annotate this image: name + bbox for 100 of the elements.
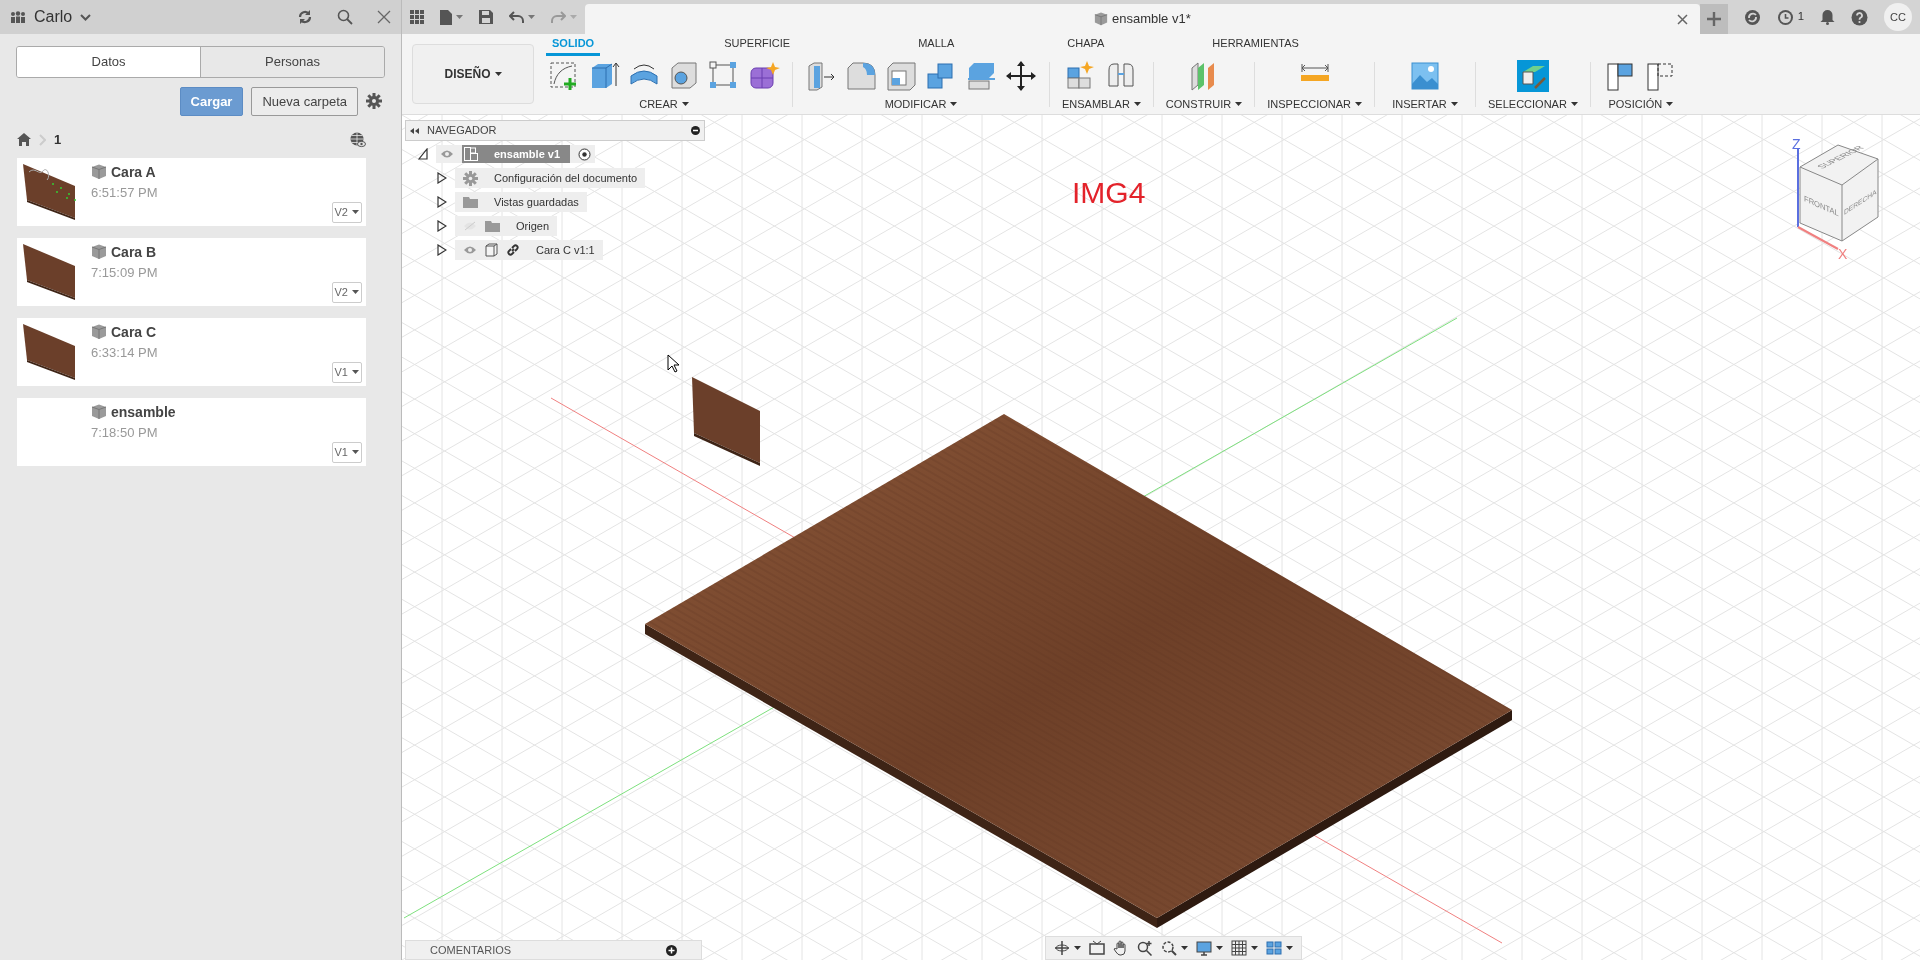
caret-icon (1133, 102, 1141, 107)
caret-icon[interactable] (1286, 946, 1293, 950)
tree-item[interactable]: Cara C v1:1 (455, 239, 603, 261)
save-icon[interactable] (479, 10, 493, 24)
undo-icon[interactable] (509, 11, 524, 23)
file-time: 6:33:14 PM (91, 343, 159, 362)
new-tab-button[interactable] (1699, 4, 1728, 34)
navigator-title: NAVEGADOR (427, 123, 498, 139)
tool-group-menu[interactable]: INSPECCIONAR (1267, 96, 1362, 113)
tree-item[interactable]: Configuración del documento (455, 167, 646, 189)
version-dropdown[interactable]: V1 (331, 442, 362, 463)
shell-icon[interactable] (885, 60, 917, 92)
folder-icon (463, 196, 478, 208)
chevron-down-icon[interactable] (80, 13, 92, 21)
globe-icon[interactable] (350, 131, 366, 148)
file-name: ensamble (111, 402, 176, 422)
expander-icon[interactable] (437, 220, 447, 232)
version-dropdown[interactable]: V2 (331, 202, 362, 223)
file-card[interactable]: Cara C 6:33:14 PM V1 (17, 317, 366, 386)
version-dropdown[interactable]: V1 (331, 362, 362, 383)
file-card[interactable]: Cara B 7:15:09 PM V2 (17, 237, 366, 306)
plus-icon (1706, 12, 1721, 26)
viewports-icon[interactable] (1266, 940, 1282, 956)
caret-icon (352, 449, 359, 455)
tool-group-menu[interactable]: INSERTAR (1392, 96, 1458, 113)
team-name[interactable]: Carlo (34, 5, 73, 29)
expander-icon[interactable] (418, 148, 428, 160)
search-icon[interactable] (337, 9, 353, 25)
link-icon (506, 243, 520, 257)
move-icon[interactable] (1005, 60, 1037, 92)
file-name: Cara C (111, 322, 157, 342)
close-icon[interactable] (377, 10, 391, 24)
caret-icon[interactable] (1251, 946, 1258, 950)
bell-icon[interactable] (1820, 9, 1835, 25)
ribbon-tab[interactable]: MALLA (912, 34, 961, 56)
gear-icon (463, 170, 478, 186)
workspace-dropdown[interactable]: DISEÑO (412, 44, 534, 104)
tool-group-menu[interactable]: CREAR (639, 96, 689, 113)
pan-icon[interactable] (1113, 940, 1129, 956)
breadcrumb-item[interactable]: 1 (54, 130, 62, 150)
expander-icon[interactable] (437, 244, 447, 256)
add-comment-icon[interactable] (666, 944, 677, 956)
document-tab[interactable]: ensamble v1* (585, 4, 1700, 34)
comments-title: COMENTARIOS (430, 942, 513, 958)
expander-icon[interactable] (437, 172, 447, 184)
form-icon[interactable] (748, 60, 780, 92)
ribbon-tab[interactable]: HERRAMIENTAS (1206, 34, 1305, 56)
z-axis: Z (1792, 136, 1801, 228)
tree-item-label: Origen (516, 218, 550, 234)
settings-icon[interactable] (366, 93, 382, 110)
image-icon[interactable] (1409, 60, 1441, 92)
caret-icon[interactable] (1074, 946, 1081, 950)
new-folder-button[interactable]: Nueva carpeta (251, 86, 358, 116)
version-dropdown[interactable]: V2 (331, 282, 362, 303)
design-file-icon (91, 404, 107, 420)
display-icon[interactable] (1196, 940, 1212, 956)
tool-group-menu[interactable]: CONSTRUIR (1165, 96, 1243, 113)
file-icon[interactable] (440, 9, 452, 25)
zoom-icon[interactable] (1137, 940, 1153, 956)
tree-item[interactable]: Origen (455, 215, 558, 237)
user-avatar[interactable]: CC (1884, 3, 1912, 31)
file-card[interactable]: ensamble 7:18:50 PM V1 (17, 397, 366, 466)
collapse-icon[interactable] (410, 127, 419, 134)
help-icon[interactable] (1851, 8, 1868, 26)
fit-icon[interactable] (1161, 940, 1177, 956)
ribbon-tab[interactable]: SUPERFICIE (718, 34, 797, 56)
clock-icon[interactable] (1776, 8, 1794, 26)
caret-icon (494, 72, 502, 76)
refresh-icon[interactable] (297, 9, 313, 25)
chevron-right-icon (39, 133, 46, 146)
activate-radio-icon[interactable] (578, 147, 592, 161)
look-at-icon[interactable] (1089, 940, 1105, 956)
caret-icon[interactable] (1216, 946, 1223, 950)
select-icon[interactable] (1516, 60, 1549, 92)
tree-item-label: Configuración del documento (494, 170, 638, 186)
tool-group-menu[interactable]: POSICIÓN (1608, 96, 1674, 113)
app-grid-icon[interactable] (410, 10, 424, 24)
tree-item[interactable]: Vistas guardadas (455, 191, 587, 213)
component-icon (485, 243, 498, 257)
close-icon[interactable] (1676, 13, 1688, 25)
tool-group-menu[interactable]: MODIFICAR (884, 96, 958, 113)
annotation-text: IMG4 (1072, 175, 1146, 211)
tool-group-menu[interactable]: ENSAMBLAR (1062, 96, 1141, 113)
sync-icon[interactable] (1743, 8, 1761, 26)
press-pull-icon[interactable] (805, 60, 837, 92)
tree-item[interactable]: ensamble v1 (436, 144, 596, 164)
orbit-icon[interactable] (1054, 940, 1070, 956)
tool-group-menu[interactable]: SELECCIONAR (1488, 96, 1578, 113)
grid-icon[interactable] (1231, 940, 1247, 956)
hole-icon[interactable] (668, 60, 700, 92)
expander-icon[interactable] (437, 196, 447, 208)
minimize-icon[interactable] (691, 126, 700, 135)
panel-tab[interactable]: Datos (17, 47, 200, 77)
file-time: 6:51:57 PM (91, 183, 159, 202)
caret-icon[interactable] (1181, 946, 1188, 950)
file-card[interactable]: Cara A 6:51:57 PM V2 (17, 157, 366, 226)
panel-tab[interactable]: Personas (200, 47, 384, 77)
cursor-icon (667, 354, 680, 373)
ribbon-tab[interactable]: CHAPA (1061, 34, 1111, 56)
home-icon[interactable] (17, 133, 31, 147)
